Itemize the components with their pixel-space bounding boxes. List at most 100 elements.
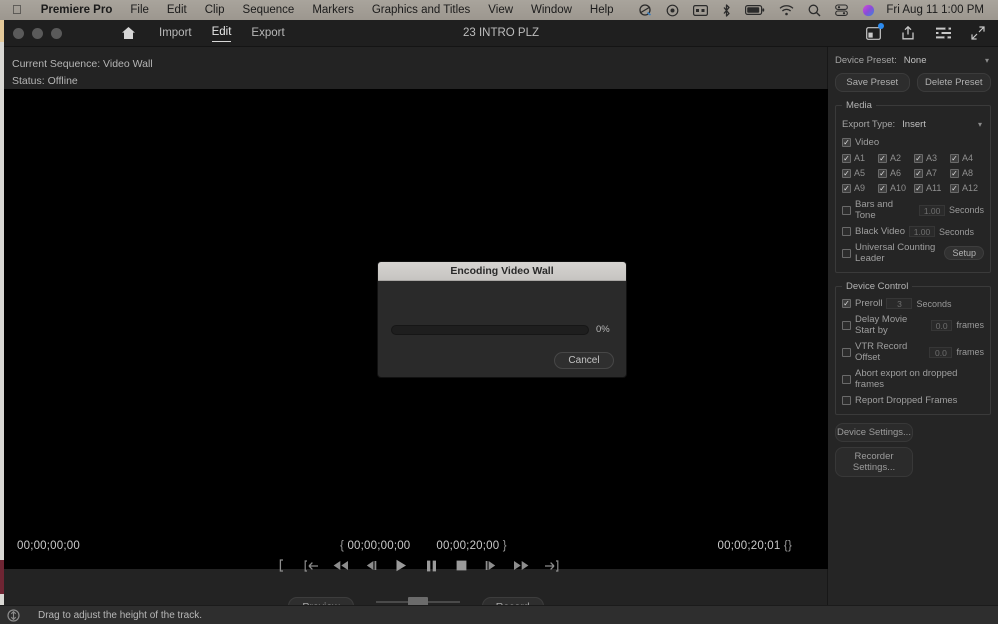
audio-a7-checkbox[interactable] (914, 168, 923, 178)
delete-preset-button[interactable]: Delete Preset (916, 73, 991, 92)
menu-item-sequence[interactable]: Sequence (234, 0, 304, 20)
audio-channel-a4[interactable]: A4 (950, 153, 984, 163)
wifi-icon[interactable] (772, 0, 801, 20)
audio-channel-a3[interactable]: A3 (914, 153, 948, 163)
siri-icon[interactable] (855, 0, 882, 20)
delay-movie-start-input[interactable]: 0.0 (930, 319, 953, 331)
stop-icon[interactable] (453, 557, 470, 574)
audio-a1-checkbox[interactable] (842, 153, 851, 163)
tab-import[interactable]: Import (159, 25, 192, 41)
play-icon[interactable] (393, 557, 410, 574)
audio-channel-a5[interactable]: A5 (842, 168, 876, 178)
share-export-icon[interactable] (900, 25, 916, 41)
progress-row: 0% (391, 324, 610, 335)
bars-and-tone-checkbox[interactable] (842, 205, 851, 215)
maximize-window-button[interactable] (51, 27, 62, 39)
audio-a11-checkbox[interactable] (914, 183, 923, 193)
tab-export[interactable]: Export (251, 25, 284, 41)
export-type-select[interactable]: Insert ▾ (901, 117, 984, 131)
bars-and-tone-input[interactable]: 1.00 (919, 204, 945, 216)
tab-edit[interactable]: Edit (211, 24, 232, 42)
audio-a12-checkbox[interactable] (950, 183, 959, 193)
playhead-timecode[interactable]: 00;00;00;00 (17, 540, 80, 552)
report-dropped-frames-row[interactable]: Report Dropped Frames (842, 395, 984, 406)
audio-channel-a12[interactable]: A12 (950, 183, 984, 193)
menu-item-file[interactable]: File (121, 0, 158, 20)
menu-item-markers[interactable]: Markers (303, 0, 363, 20)
quick-settings-icon[interactable] (935, 25, 951, 41)
audio-channel-a10[interactable]: A10 (878, 183, 912, 193)
apple-icon[interactable]:  (6, 2, 32, 19)
audio-channel-a8[interactable]: A8 (950, 168, 984, 178)
video-checkbox-row[interactable]: Video (842, 137, 984, 148)
menu-item-view[interactable]: View (479, 0, 522, 20)
pause-icon[interactable] (423, 557, 440, 574)
audio-a10-checkbox[interactable] (878, 183, 887, 193)
minimize-window-button[interactable] (32, 27, 43, 39)
recorder-settings-button[interactable]: Recorder Settings... (835, 447, 913, 477)
timemachine-icon[interactable] (659, 0, 686, 20)
audio-channel-a1[interactable]: A1 (842, 153, 876, 163)
fast-forward-icon[interactable] (513, 557, 530, 574)
audio-a8-checkbox[interactable] (950, 168, 959, 178)
duration-timecode-group[interactable]: 00;00;20;01 {} (718, 540, 792, 552)
audio-a2-checkbox[interactable] (878, 153, 887, 163)
menubar-clock[interactable]: Fri Aug 11 1:00 PM (882, 4, 992, 16)
step-forward-icon[interactable] (483, 557, 500, 574)
counting-leader-setup-button[interactable]: Setup (944, 246, 984, 260)
fullscreen-icon[interactable] (970, 25, 986, 41)
audio-channel-a7[interactable]: A7 (914, 168, 948, 178)
audio-a5-checkbox[interactable] (842, 168, 851, 178)
menu-item-window[interactable]: Window (522, 0, 581, 20)
device-preset-select[interactable]: None ▾ (903, 53, 991, 67)
audio-a3-checkbox[interactable] (914, 153, 923, 163)
audio-channel-a6[interactable]: A6 (878, 168, 912, 178)
battery-meter-icon[interactable] (686, 0, 715, 20)
video-checkbox[interactable] (842, 138, 851, 147)
in-point-timecode[interactable]: 00;00;00;00 (347, 540, 410, 552)
audio-a4-checkbox[interactable] (950, 153, 959, 163)
spotlight-search-icon[interactable] (801, 0, 828, 20)
menu-item-clip[interactable]: Clip (196, 0, 234, 20)
in-point-timecode-group[interactable]: { 00;00;00;00 (340, 540, 410, 552)
close-window-button[interactable] (13, 27, 24, 39)
audio-channel-a9[interactable]: A9 (842, 183, 876, 193)
menu-item-graphics-and-titles[interactable]: Graphics and Titles (363, 0, 479, 20)
preroll-checkbox[interactable] (842, 299, 851, 308)
control-center-icon[interactable] (828, 0, 855, 20)
audio-a6-checkbox[interactable] (878, 168, 887, 178)
audio-channel-a11[interactable]: A11 (914, 183, 948, 193)
preroll-input[interactable]: 3 (886, 298, 913, 309)
abort-export-row[interactable]: Abort export on dropped frames (842, 368, 984, 390)
step-back-icon[interactable] (363, 557, 380, 574)
workspace-notification-icon[interactable] (865, 23, 884, 41)
vtr-record-offset-checkbox[interactable] (842, 347, 851, 357)
abort-export-checkbox[interactable] (842, 374, 851, 384)
menu-item-edit[interactable]: Edit (158, 0, 196, 20)
save-preset-button[interactable]: Save Preset (835, 73, 910, 92)
black-video-input[interactable]: 1.00 (909, 226, 935, 237)
go-to-out-point-icon[interactable] (543, 557, 560, 574)
set-in-point-icon[interactable] (273, 557, 290, 574)
menu-item-help[interactable]: Help (581, 0, 623, 20)
delay-movie-start-checkbox[interactable] (842, 320, 851, 330)
screenshare-icon[interactable] (631, 0, 659, 20)
audio-channel-a2[interactable]: A2 (878, 153, 912, 163)
black-video-checkbox[interactable] (842, 227, 851, 236)
go-to-in-point-icon[interactable] (303, 557, 320, 574)
out-point-timecode[interactable]: 00;00;20;00 (436, 540, 499, 552)
counting-leader-checkbox[interactable] (842, 248, 851, 258)
battery-icon[interactable] (738, 0, 772, 20)
device-settings-button[interactable]: Device Settings... (835, 423, 913, 442)
report-dropped-frames-checkbox[interactable] (842, 396, 851, 405)
home-icon[interactable] (117, 22, 139, 44)
menu-item-premiere-pro[interactable]: Premiere Pro (32, 0, 122, 20)
audio-a9-checkbox[interactable] (842, 183, 851, 193)
cancel-button[interactable]: Cancel (554, 352, 614, 369)
rewind-icon[interactable] (333, 557, 350, 574)
out-point-timecode-group[interactable]: 00;00;20;00 } (436, 540, 506, 552)
bars-and-tone-unit: Seconds (948, 205, 984, 215)
duration-timecode[interactable]: 00;00;20;01 (718, 540, 781, 552)
vtr-record-offset-input[interactable]: 0.0 (929, 346, 953, 358)
bluetooth-icon[interactable] (715, 0, 738, 20)
